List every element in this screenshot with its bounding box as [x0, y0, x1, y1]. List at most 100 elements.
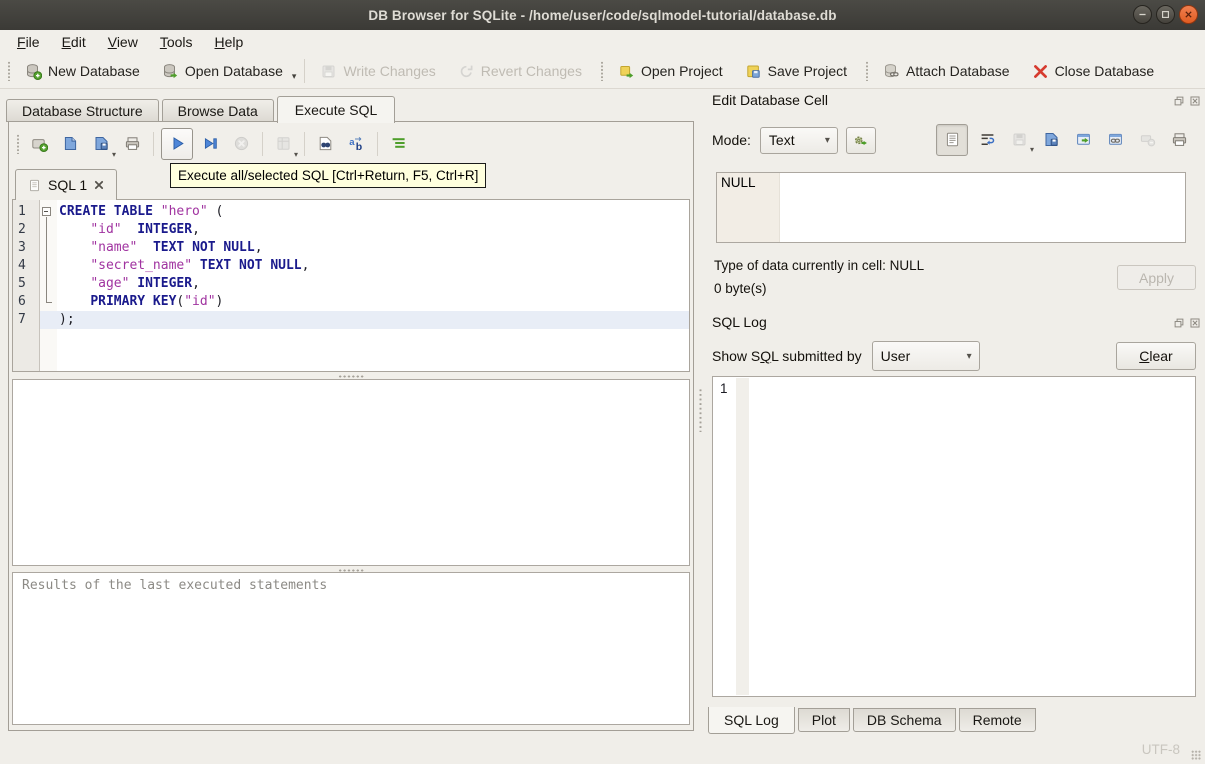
fold-margin	[39, 239, 56, 257]
chevron-down-icon: ▾	[824, 134, 830, 146]
toolbar-group: Write Changes Revert Changes	[313, 59, 597, 84]
word-wrap-button[interactable]	[975, 127, 1000, 152]
menu-file[interactable]: File	[6, 32, 51, 52]
open-in-external-app-button[interactable]	[1103, 127, 1128, 152]
code-segment: CREATE TABLE	[59, 204, 153, 219]
cell-type-label: Type of data currently in cell: NULL	[714, 258, 925, 273]
write-changes-button: Write Changes	[313, 59, 442, 84]
minimize-button[interactable]	[1133, 5, 1152, 24]
toolbar-button-label: Revert Changes	[480, 63, 582, 79]
save-sql-file-button[interactable]: ▾	[88, 130, 116, 159]
float-dock-button[interactable]	[1172, 316, 1185, 329]
new-sql-tab-button[interactable]	[26, 130, 53, 157]
toolbar-button-label: Write Changes	[343, 63, 436, 79]
minimize-icon	[1136, 8, 1149, 21]
close-dock-button[interactable]	[1188, 94, 1201, 107]
dock-tab-db-schema[interactable]: DB Schema	[852, 708, 956, 732]
code-segment: TEXT NOT NULL	[199, 258, 302, 273]
toolbar-separator	[304, 131, 305, 156]
write-changes-icon	[320, 63, 337, 80]
auto-switch-mode-button[interactable]	[845, 126, 876, 154]
text-mode-button[interactable]	[936, 123, 968, 156]
new-database-button[interactable]: New Database	[18, 59, 147, 84]
dropdown-caret-icon[interactable]: ▾	[292, 71, 297, 82]
apply-button[interactable]: Apply	[1117, 265, 1196, 290]
close-dock-button[interactable]	[1188, 316, 1201, 329]
toolbar-button-label: Open Database	[184, 63, 283, 79]
toolbar-handle[interactable]	[865, 61, 870, 81]
close-button[interactable]	[1179, 5, 1198, 24]
open-database-button[interactable]: Open Database	[155, 59, 290, 84]
dock-tab-sql-log[interactable]: SQL Log	[708, 707, 795, 734]
tab-browse-data[interactable]: Browse Data	[161, 99, 274, 122]
execute-all-button[interactable]	[161, 127, 193, 160]
menu-view[interactable]: View	[97, 32, 149, 52]
indent-icon	[390, 135, 407, 152]
print-cell-button[interactable]	[1167, 127, 1192, 152]
menubar: File Edit View Tools Help	[0, 30, 1205, 54]
export-cell-data-button[interactable]	[1071, 127, 1096, 152]
print-sql-button[interactable]	[119, 130, 146, 157]
find-icon	[317, 135, 334, 152]
results-grid-pane[interactable]	[12, 379, 690, 566]
code-segment: )	[215, 294, 224, 309]
sql-log-filter-select[interactable]: User ▾	[871, 341, 980, 371]
menu-help[interactable]: Help	[204, 32, 255, 52]
splitter-handle	[698, 388, 702, 432]
sql-log-dock-buttons	[1172, 316, 1201, 329]
dock-tab-plot[interactable]: Plot	[797, 708, 850, 732]
fold-collapse-icon[interactable]	[41, 207, 51, 216]
resize-grip[interactable]	[1191, 750, 1201, 760]
titlebar[interactable]: DB Browser for SQLite - /home/user/code/…	[0, 0, 1205, 31]
auto-completion-button[interactable]: ab	[343, 130, 370, 157]
clear-log-button[interactable]: Clear	[1116, 342, 1196, 370]
maximize-icon	[1159, 8, 1172, 21]
format-sql-button[interactable]	[385, 130, 412, 157]
file-open-icon	[62, 135, 79, 152]
sql-document-tab[interactable]: SQL 1	[15, 169, 118, 200]
dropdown-caret-icon: ▾	[111, 150, 116, 159]
sql-log-view[interactable]: 1	[712, 376, 1196, 697]
float-icon	[1173, 95, 1185, 107]
find-replace-button[interactable]	[312, 130, 339, 157]
close-database-button[interactable]: Close Database	[1025, 59, 1162, 84]
window-title: DB Browser for SQLite - /home/user/code/…	[368, 7, 837, 23]
main-vertical-splitter[interactable]	[695, 89, 705, 731]
maximize-button[interactable]	[1156, 5, 1175, 24]
dock-tab-remote[interactable]: Remote	[958, 708, 1036, 732]
database-attach-icon	[883, 63, 900, 80]
float-dock-button[interactable]	[1172, 94, 1185, 107]
editor-line: 3 "name" TEXT NOT NULL,	[13, 239, 689, 257]
sql-log-filter-value: User	[880, 348, 911, 364]
fold-margin	[39, 275, 56, 293]
menu-edit[interactable]: Edit	[51, 32, 97, 52]
import-cell-data-button[interactable]	[1039, 127, 1064, 152]
toolbar-handle[interactable]	[16, 133, 20, 154]
editor-line: 7);	[13, 311, 689, 329]
cell-editor-toolbar: ▾	[936, 123, 1192, 156]
save-project-button[interactable]: Save Project	[738, 59, 854, 84]
code-segment: "age"	[90, 276, 130, 291]
toolbar-handle[interactable]	[7, 61, 11, 81]
fold-margin	[39, 257, 56, 275]
svg-text:b: b	[356, 141, 362, 152]
menu-tools[interactable]: Tools	[149, 32, 204, 52]
cell-mode-select[interactable]: Text ▾	[759, 126, 838, 154]
mode-label: Mode:	[712, 132, 751, 148]
execution-message-pane[interactable]: Results of the last executed statements	[12, 572, 690, 725]
cell-value-editor[interactable]: NULL	[716, 172, 1186, 243]
tab-database-structure[interactable]: Database Structure	[6, 99, 159, 122]
tab-execute-sql[interactable]: Execute SQL	[276, 96, 396, 123]
tab-new-icon	[31, 135, 48, 152]
save-results-button: ▾	[270, 130, 298, 159]
sql-log-dock-title: SQL Log	[712, 314, 767, 330]
execute-current-line-button[interactable]	[197, 130, 224, 157]
open-sql-file-button[interactable]	[57, 130, 84, 157]
sql-editor[interactable]: 1 CREATE TABLE "hero" (2 "id" INTEGER, 3 "…	[12, 199, 690, 372]
open-project-button[interactable]: Open Project	[611, 59, 730, 84]
toolbar-handle[interactable]	[599, 61, 604, 81]
fold-margin[interactable]	[39, 203, 56, 221]
attach-database-button[interactable]: Attach Database	[876, 59, 1017, 84]
close-tab-icon[interactable]	[93, 179, 105, 191]
